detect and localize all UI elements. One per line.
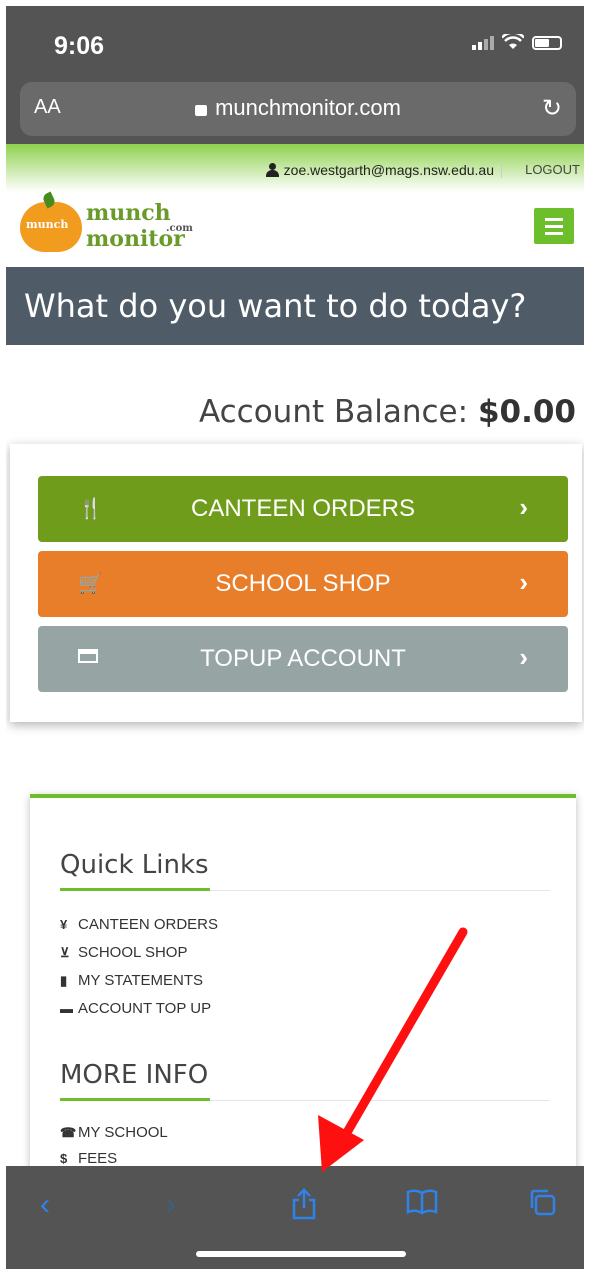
status-icons bbox=[472, 34, 562, 50]
bar-chart-icon: ▮ bbox=[60, 972, 68, 988]
user-bar: zoe.westgarth@mags.nsw.edu.au LOGOUT bbox=[6, 144, 584, 192]
quick-link-label: MY STATEMENTS bbox=[78, 972, 204, 989]
share-icon[interactable] bbox=[291, 1188, 317, 1228]
quick-link-label: SCHOOL SHOP bbox=[78, 944, 188, 961]
action-panel: 🍴 CANTEEN ORDERS › 🛒 SCHOOL SHOP › TOPUP… bbox=[10, 444, 582, 722]
tabs-icon[interactable] bbox=[528, 1188, 556, 1224]
more-info-fees[interactable]: $ FEES bbox=[60, 1150, 117, 1166]
quick-link-my-statements[interactable]: ▮ MY STATEMENTS bbox=[60, 972, 203, 989]
cart-icon: 🛒 bbox=[78, 573, 103, 595]
phone-screen: 9:06 AA munchmonitor.com ↻ zoe.westgarth… bbox=[0, 0, 592, 1281]
user-account[interactable]: zoe.westgarth@mags.nsw.edu.au bbox=[265, 162, 494, 178]
leaf-icon bbox=[41, 191, 57, 209]
signal-icon bbox=[472, 36, 494, 50]
topup-account-button[interactable]: TOPUP ACCOUNT › bbox=[38, 626, 568, 692]
phone-icon: ☎ bbox=[60, 1124, 77, 1140]
lock-icon bbox=[195, 105, 208, 116]
cutlery-icon: 🍴 bbox=[78, 498, 103, 520]
cutlery-icon: ¥ bbox=[60, 917, 68, 932]
web-page: zoe.westgarth@mags.nsw.edu.au LOGOUT mun… bbox=[6, 144, 584, 1166]
chevron-right-icon: › bbox=[519, 642, 528, 672]
topup-account-label: TOPUP ACCOUNT bbox=[200, 645, 406, 672]
more-info-title: MORE INFO bbox=[60, 1060, 209, 1090]
battery-icon bbox=[532, 36, 562, 50]
back-icon[interactable]: ‹ bbox=[40, 1188, 50, 1222]
bookmarks-icon[interactable] bbox=[406, 1188, 438, 1224]
balance-value: $0.00 bbox=[477, 394, 576, 430]
chevron-right-icon: › bbox=[519, 567, 528, 597]
logo-badge-text: munch bbox=[26, 218, 69, 231]
quick-links-panel: Quick Links ¥ CANTEEN ORDERS ⊻ SCHOOL SH… bbox=[30, 794, 576, 1166]
url-text: munchmonitor.com bbox=[215, 95, 401, 120]
menu-button[interactable] bbox=[534, 208, 574, 244]
wifi-icon bbox=[502, 34, 524, 49]
credit-card-icon: ▬ bbox=[60, 1001, 73, 1016]
logo-wordmark[interactable]: munch monitor .com bbox=[86, 200, 193, 252]
account-balance: Account Balance: $0.00 bbox=[199, 394, 576, 430]
divider bbox=[501, 164, 502, 178]
status-time: 9:06 bbox=[54, 32, 105, 60]
quick-link-school-shop[interactable]: ⊻ SCHOOL SHOP bbox=[60, 944, 187, 961]
status-bar: 9:06 bbox=[6, 6, 584, 82]
dollar-icon: $ bbox=[60, 1151, 68, 1166]
page-title: What do you want to do today? bbox=[6, 267, 584, 345]
school-shop-label: SCHOOL SHOP bbox=[215, 570, 391, 597]
url-display[interactable]: munchmonitor.com bbox=[20, 95, 576, 121]
quick-link-account-top-up[interactable]: ▬ ACCOUNT TOP UP bbox=[60, 1000, 211, 1017]
reload-icon[interactable]: ↻ bbox=[542, 94, 562, 123]
divider bbox=[60, 888, 550, 891]
balance-label: Account Balance: bbox=[198, 394, 469, 430]
logo-com: .com bbox=[166, 223, 193, 234]
address-bar[interactable]: AA munchmonitor.com ↻ bbox=[20, 82, 576, 136]
divider bbox=[60, 1098, 550, 1101]
hamburger-icon bbox=[545, 217, 563, 221]
forward-icon[interactable]: › bbox=[166, 1188, 176, 1222]
more-info-label: MY SCHOOL bbox=[78, 1124, 168, 1141]
quick-link-label: ACCOUNT TOP UP bbox=[78, 1000, 212, 1017]
credit-card-icon bbox=[78, 646, 98, 669]
more-info-label: FEES bbox=[78, 1150, 118, 1166]
cart-icon: ⊻ bbox=[60, 944, 70, 960]
user-email: zoe.westgarth@mags.nsw.edu.au bbox=[283, 162, 494, 178]
quick-links-title: Quick Links bbox=[60, 850, 209, 880]
quick-link-canteen-orders[interactable]: ¥ CANTEEN ORDERS bbox=[60, 916, 218, 933]
home-indicator bbox=[196, 1251, 406, 1257]
canteen-orders-label: CANTEEN ORDERS bbox=[190, 495, 416, 522]
school-shop-button[interactable]: 🛒 SCHOOL SHOP › bbox=[38, 551, 568, 617]
more-info-my-school[interactable]: ☎ MY SCHOOL bbox=[60, 1124, 168, 1141]
logout-link[interactable]: LOGOUT bbox=[525, 162, 580, 177]
quick-link-label: CANTEEN ORDERS bbox=[78, 916, 219, 933]
canteen-orders-button[interactable]: 🍴 CANTEEN ORDERS › bbox=[38, 476, 568, 542]
site-header: munch munch monitor .com bbox=[6, 191, 584, 267]
user-icon bbox=[265, 163, 279, 177]
chevron-right-icon: › bbox=[519, 492, 528, 522]
logo-apple-icon[interactable]: munch bbox=[20, 191, 82, 252]
